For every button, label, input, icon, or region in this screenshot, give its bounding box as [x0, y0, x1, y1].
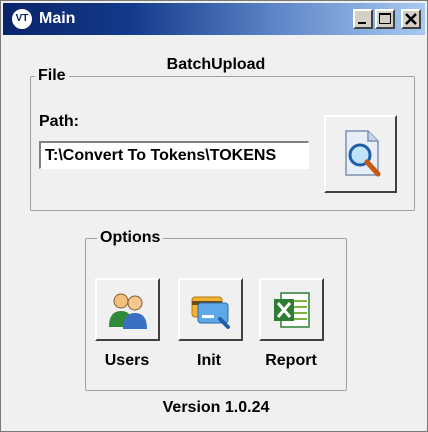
close-icon	[405, 13, 417, 25]
browse-button[interactable]	[324, 115, 397, 193]
file-group-legend: File	[35, 67, 69, 85]
maximize-icon	[379, 13, 391, 24]
init-button-label: Init	[197, 352, 221, 369]
users-icon	[109, 293, 147, 329]
app-title: BatchUpload	[166, 56, 266, 73]
vt-app-icon[interactable]: VT	[11, 8, 33, 30]
minimize-button[interactable]	[353, 9, 373, 29]
init-button[interactable]	[178, 278, 243, 341]
report-button[interactable]	[259, 278, 324, 341]
path-input[interactable]	[39, 141, 309, 169]
app-icon-text: VT	[15, 13, 29, 24]
version-label: Version 1.0.24	[162, 399, 270, 416]
minimize-icon	[358, 22, 366, 24]
users-button-label: Users	[104, 352, 150, 369]
magnifier-document-icon	[345, 130, 381, 177]
main-window: VT Main BatchUpload File Path: Options	[0, 0, 428, 432]
maximize-button[interactable]	[375, 9, 395, 29]
window-title: Main	[39, 10, 76, 27]
users-button[interactable]	[95, 278, 160, 341]
report-button-label: Report	[265, 352, 317, 369]
card-init-icon	[191, 296, 230, 329]
title-bar[interactable]: VT Main	[3, 3, 425, 35]
excel-report-icon	[274, 292, 310, 328]
path-label: Path:	[39, 113, 79, 130]
options-group-legend: Options	[97, 229, 164, 247]
close-button[interactable]	[401, 9, 421, 29]
